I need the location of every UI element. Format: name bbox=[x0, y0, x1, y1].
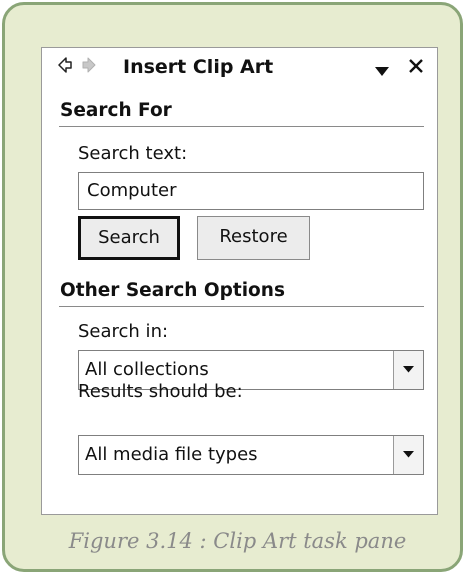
other-search-options-header: Other Search Options bbox=[60, 280, 285, 301]
search-button[interactable]: Search bbox=[78, 216, 180, 260]
close-icon[interactable] bbox=[407, 57, 425, 75]
task-pane-titlebar: Insert Clip Art bbox=[42, 48, 437, 88]
search-for-header: Search For bbox=[60, 100, 172, 121]
figure-frame: Insert Clip Art Search For Search text: … bbox=[2, 2, 463, 572]
search-in-label: Search in: bbox=[78, 321, 169, 342]
chevron-down-icon bbox=[403, 366, 414, 373]
other-options-divider bbox=[59, 306, 424, 307]
back-arrow-icon[interactable] bbox=[58, 56, 72, 74]
figure-caption: Figure 3.14 : Clip Art task pane bbox=[68, 529, 407, 553]
search-text-input[interactable]: Computer bbox=[78, 172, 424, 210]
forward-arrow-icon[interactable] bbox=[82, 56, 96, 74]
clip-art-task-pane: Insert Clip Art Search For Search text: … bbox=[41, 47, 438, 515]
chevron-down-icon bbox=[403, 451, 414, 458]
restore-button[interactable]: Restore bbox=[197, 216, 310, 260]
dropdown-triangle-icon[interactable] bbox=[375, 62, 389, 76]
results-type-select[interactable]: All media file types bbox=[78, 435, 424, 475]
search-text-label: Search text: bbox=[78, 143, 188, 164]
results-type-value: All media file types bbox=[85, 444, 258, 465]
results-type-dropdown-button[interactable] bbox=[393, 436, 423, 474]
search-in-dropdown-button[interactable] bbox=[393, 351, 423, 389]
pane-title: Insert Clip Art bbox=[123, 56, 274, 78]
search-for-divider bbox=[59, 126, 424, 127]
results-should-be-label: Results should be: bbox=[78, 381, 243, 402]
